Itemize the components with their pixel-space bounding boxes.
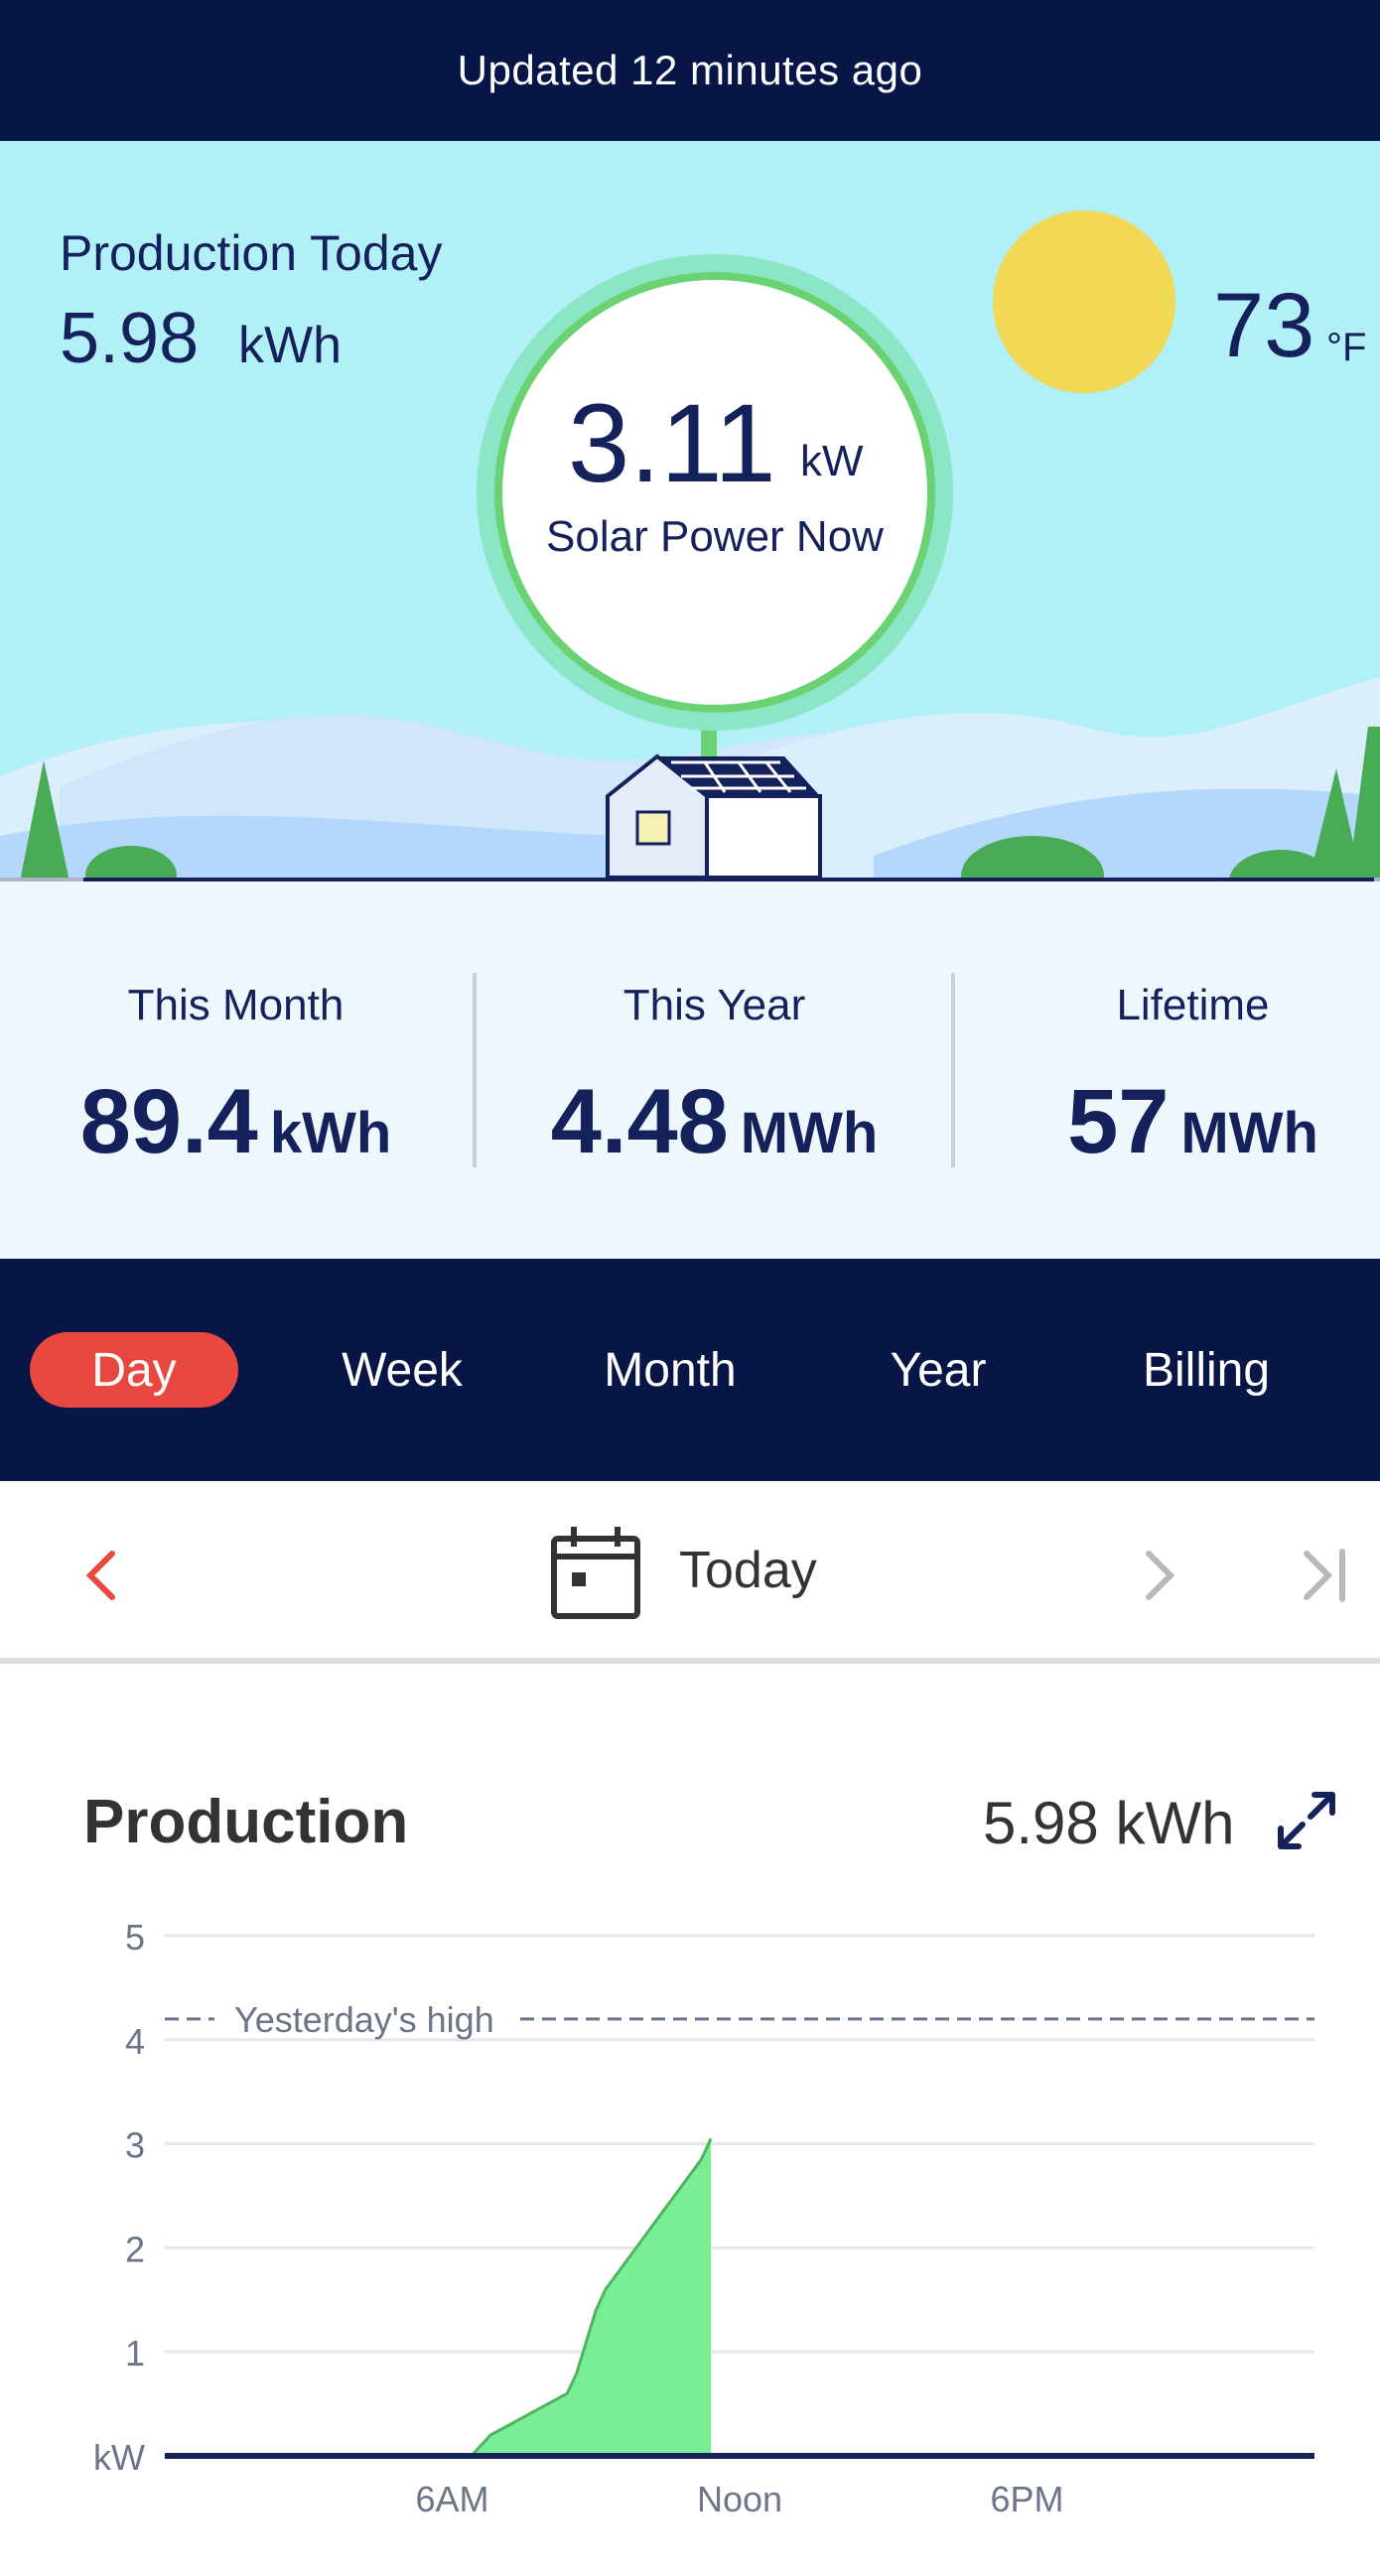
temperature-value: 73 <box>1213 275 1315 376</box>
stat-label: Lifetime <box>1116 981 1270 1029</box>
tab-year[interactable]: Year <box>834 1332 1042 1408</box>
tab-week[interactable]: Week <box>298 1332 506 1408</box>
stat-value: 89.4 <box>79 1071 258 1172</box>
stat-unit: MWh <box>740 1101 879 1165</box>
y-tick-label: 5 <box>125 1917 145 1958</box>
stat-value: 4.48 <box>550 1071 729 1172</box>
y-tick-label: 4 <box>125 2021 145 2062</box>
tab-month[interactable]: Month <box>566 1332 774 1408</box>
stat-unit: kWh <box>269 1101 392 1165</box>
stat-label: This Year <box>622 981 806 1029</box>
tab-billing[interactable]: Billing <box>1102 1332 1311 1408</box>
skip-to-end-icon <box>1304 1549 1345 1602</box>
skip-to-today-button[interactable] <box>1281 1531 1370 1620</box>
production-today-unit: kWh <box>238 317 342 374</box>
date-navigator: Today <box>0 1481 1380 1664</box>
expand-icon[interactable] <box>1271 1785 1342 1856</box>
date-label[interactable]: Today <box>679 1541 817 1600</box>
production-area <box>442 2138 712 2456</box>
y-tick-label: kW <box>93 2437 145 2478</box>
production-today-value: 5.98 <box>60 299 200 378</box>
x-tick-label: 6PM <box>990 2479 1063 2519</box>
y-tick-label: 2 <box>125 2229 145 2269</box>
production-today-label: Production Today <box>60 225 443 281</box>
stat-divider <box>473 973 477 1167</box>
previous-day-button[interactable] <box>56 1531 145 1620</box>
production-title: Production <box>83 1788 409 1856</box>
calendar-icon[interactable] <box>550 1525 641 1620</box>
sun-icon <box>993 210 1175 393</box>
stat-divider <box>951 973 955 1167</box>
production-chart: kW 1 2 3 4 5 Yesterday's high 6AM Noon 6PM <box>93 1917 1314 2519</box>
period-tabs: Day Week Month Year Billing <box>0 1259 1380 1481</box>
next-day-button[interactable] <box>1114 1531 1203 1620</box>
stat-label: This Month <box>127 981 345 1029</box>
power-now-label: Solar Power Now <box>546 512 884 561</box>
updated-text: Updated 12 minutes ago <box>457 47 923 93</box>
tab-day[interactable]: Day <box>30 1332 238 1408</box>
power-now-value: 3.11 <box>568 381 776 505</box>
stat-this-year: This Year 4.48 MWh <box>484 881 944 1259</box>
stat-this-month: This Month 89.4 kWh <box>6 881 466 1259</box>
x-tick-label: 6AM <box>415 2479 488 2519</box>
reference-line-label: Yesterday's high <box>234 1999 494 2040</box>
stat-lifetime: Lifetime 57 MWh <box>963 881 1380 1259</box>
stat-unit: MWh <box>1180 1101 1318 1165</box>
production-total: 5.98 kWh <box>983 1790 1235 1856</box>
power-now-unit: kW <box>800 437 864 485</box>
chevron-left-icon <box>85 1551 115 1600</box>
status-bar: Updated 12 minutes ago <box>0 0 1380 141</box>
hero-panel: Production Today 5.98 kWh 73 °F 3.11 kW … <box>0 141 1380 881</box>
y-tick-label: 1 <box>125 2333 145 2373</box>
production-stats: This Month 89.4 kWh This Year 4.48 MWh Lif… <box>0 881 1380 1259</box>
y-tick-label: 3 <box>125 2125 145 2166</box>
chevron-right-icon <box>1146 1551 1175 1600</box>
temperature-unit: °F <box>1326 326 1367 369</box>
house-with-solar-panels-icon <box>606 753 822 880</box>
x-tick-label: Noon <box>697 2479 782 2519</box>
stat-value: 57 <box>1067 1071 1170 1172</box>
